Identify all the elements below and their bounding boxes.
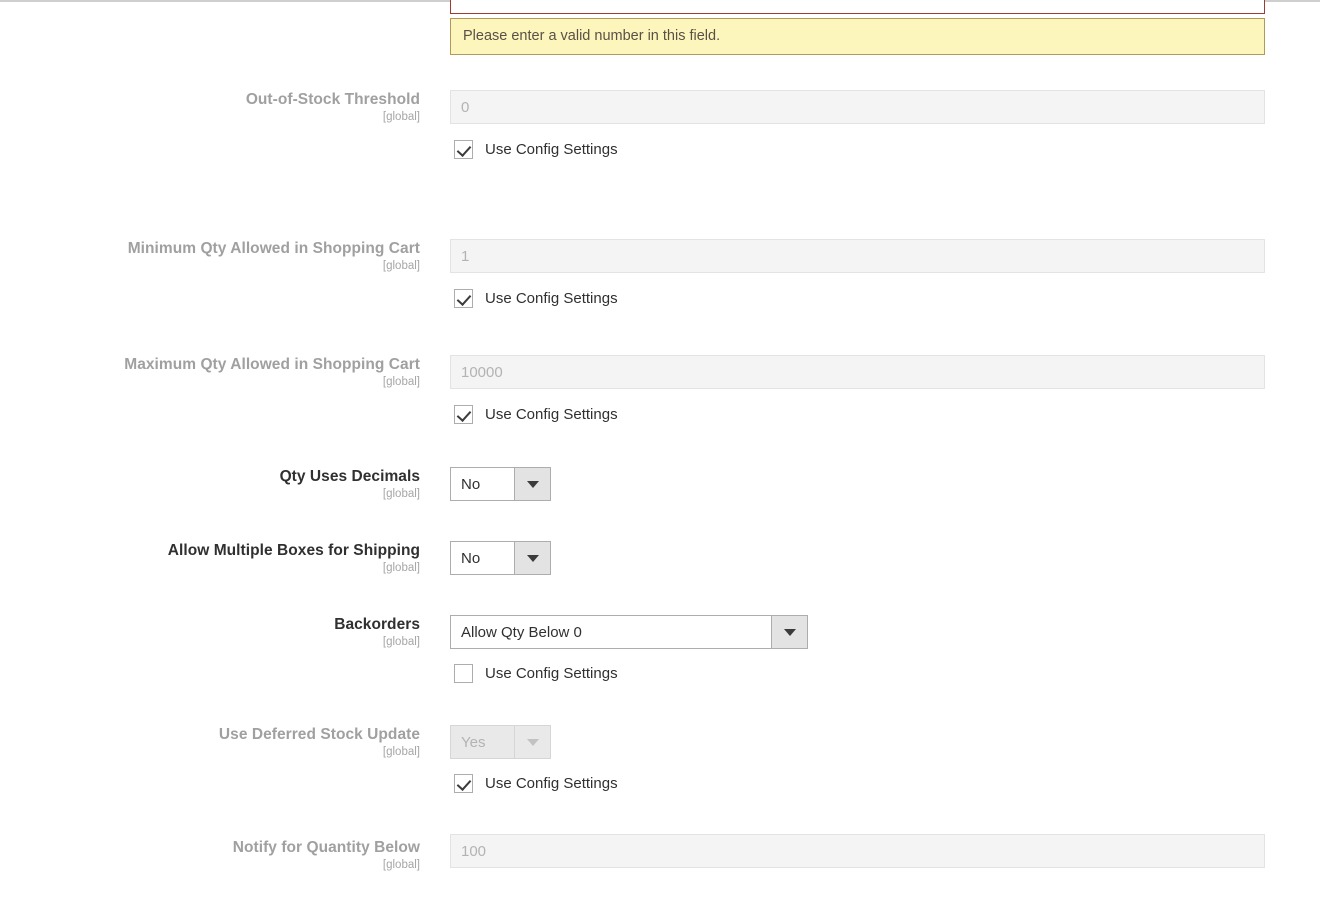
- qty-input[interactable]: [450, 0, 1265, 14]
- chevron-down-icon[interactable]: [514, 542, 550, 574]
- min-qty-cart-use-config-label: Use Config Settings: [485, 289, 618, 307]
- backorders-label: Backorders: [334, 616, 420, 633]
- qty-uses-decimals-scope-note: [global]: [382, 488, 420, 500]
- qty-uses-decimals-select-value: No: [461, 475, 481, 493]
- max-qty-cart-control-col: Use Config Settings: [450, 355, 1265, 425]
- notify-quantity-below-label-col: Notify for Quantity Below [global]: [0, 838, 420, 872]
- field-row-allow-multiple-boxes: Allow Multiple Boxes for Shipping [globa…: [0, 541, 1320, 591]
- out-of-stock-threshold-input[interactable]: [450, 90, 1265, 124]
- field-row-notify-quantity-below: Notify for Quantity Below [global]: [0, 834, 1320, 898]
- backorders-label-col: Backorders [global]: [0, 615, 420, 649]
- qty-control-col: Please enter a valid number in this fiel…: [450, 0, 1265, 55]
- deferred-stock-update-use-config-checkbox[interactable]: [454, 773, 473, 793]
- max-qty-cart-use-config-row[interactable]: Use Config Settings: [454, 403, 1265, 425]
- allow-multiple-boxes-select-value: No: [461, 549, 481, 567]
- min-qty-cart-scope-note: [global]: [382, 260, 420, 272]
- allow-multiple-boxes-control-col: No: [450, 541, 551, 575]
- backorders-use-config-label: Use Config Settings: [485, 664, 618, 682]
- backorders-select-value: Allow Qty Below 0: [461, 623, 582, 641]
- deferred-stock-update-use-config-row[interactable]: Use Config Settings: [454, 772, 618, 794]
- out-of-stock-threshold-use-config-label: Use Config Settings: [485, 140, 618, 158]
- out-of-stock-threshold-control-col: Use Config Settings: [450, 90, 1265, 160]
- field-row-min-qty-cart: Minimum Qty Allowed in Shopping Cart [gl…: [0, 239, 1320, 319]
- out-of-stock-threshold-use-config-checkbox[interactable]: [454, 139, 473, 159]
- backorders-scope-note: [global]: [382, 636, 420, 648]
- qty-uses-decimals-label-col: Qty Uses Decimals [global]: [0, 467, 420, 501]
- min-qty-cart-label-col: Minimum Qty Allowed in Shopping Cart [gl…: [0, 239, 420, 273]
- max-qty-cart-label: Maximum Qty Allowed in Shopping Cart: [124, 356, 420, 373]
- deferred-stock-update-label-col: Use Deferred Stock Update [global]: [0, 725, 420, 759]
- deferred-stock-update-label: Use Deferred Stock Update: [218, 726, 420, 743]
- out-of-stock-threshold-scope-note: [global]: [382, 111, 420, 123]
- min-qty-cart-use-config-row[interactable]: Use Config Settings: [454, 287, 1265, 309]
- out-of-stock-threshold-label: Out-of-Stock Threshold: [245, 91, 420, 108]
- field-row-qty: [global] Please enter a valid number in …: [0, 0, 1320, 55]
- qty-uses-decimals-select[interactable]: No: [450, 467, 551, 501]
- deferred-stock-update-select[interactable]: Yes: [450, 725, 551, 759]
- notify-quantity-below-label: Notify for Quantity Below: [232, 839, 420, 856]
- max-qty-cart-input[interactable]: [450, 355, 1265, 389]
- max-qty-cart-label-col: Maximum Qty Allowed in Shopping Cart [gl…: [0, 355, 420, 389]
- chevron-down-icon[interactable]: [514, 726, 550, 758]
- deferred-stock-update-select-value: Yes: [461, 733, 486, 751]
- max-qty-cart-use-config-label: Use Config Settings: [485, 405, 618, 423]
- field-row-out-of-stock-threshold: Out-of-Stock Threshold [global] Use Conf…: [0, 90, 1320, 170]
- backorders-select[interactable]: Allow Qty Below 0: [450, 615, 808, 649]
- notify-quantity-below-scope-note: [global]: [382, 859, 420, 871]
- min-qty-cart-label: Minimum Qty Allowed in Shopping Cart: [127, 240, 420, 257]
- qty-uses-decimals-label: Qty Uses Decimals: [279, 468, 420, 485]
- chevron-down-icon[interactable]: [771, 616, 807, 648]
- qty-uses-decimals-control-col: No: [450, 467, 551, 501]
- deferred-stock-update-control-col: Yes Use Config Settings: [450, 725, 618, 794]
- field-row-deferred-stock-update: Use Deferred Stock Update [global] Yes U…: [0, 725, 1320, 815]
- allow-multiple-boxes-label: Allow Multiple Boxes for Shipping: [167, 542, 420, 559]
- backorders-use-config-row[interactable]: Use Config Settings: [454, 662, 808, 684]
- field-row-max-qty-cart: Maximum Qty Allowed in Shopping Cart [gl…: [0, 355, 1320, 435]
- deferred-stock-update-use-config-label: Use Config Settings: [485, 774, 618, 792]
- backorders-use-config-checkbox[interactable]: [454, 663, 473, 683]
- deferred-stock-update-scope-note: [global]: [382, 746, 420, 758]
- field-row-qty-uses-decimals: Qty Uses Decimals [global] No: [0, 467, 1320, 517]
- min-qty-cart-control-col: Use Config Settings: [450, 239, 1265, 309]
- chevron-down-icon[interactable]: [514, 468, 550, 500]
- min-qty-cart-input[interactable]: [450, 239, 1265, 273]
- backorders-control-col: Allow Qty Below 0 Use Config Settings: [450, 615, 808, 684]
- max-qty-cart-scope-note: [global]: [382, 376, 420, 388]
- field-row-backorders: Backorders [global] Allow Qty Below 0 Us…: [0, 615, 1320, 705]
- min-qty-cart-use-config-checkbox[interactable]: [454, 288, 473, 308]
- allow-multiple-boxes-label-col: Allow Multiple Boxes for Shipping [globa…: [0, 541, 420, 575]
- allow-multiple-boxes-scope-note: [global]: [382, 562, 420, 574]
- out-of-stock-threshold-label-col: Out-of-Stock Threshold [global]: [0, 90, 420, 124]
- out-of-stock-threshold-use-config-row[interactable]: Use Config Settings: [454, 138, 1265, 160]
- qty-validation-message: Please enter a valid number in this fiel…: [450, 18, 1265, 55]
- allow-multiple-boxes-select[interactable]: No: [450, 541, 551, 575]
- notify-quantity-below-input[interactable]: [450, 834, 1265, 868]
- notify-quantity-below-control-col: [450, 834, 1265, 868]
- max-qty-cart-use-config-checkbox[interactable]: [454, 404, 473, 424]
